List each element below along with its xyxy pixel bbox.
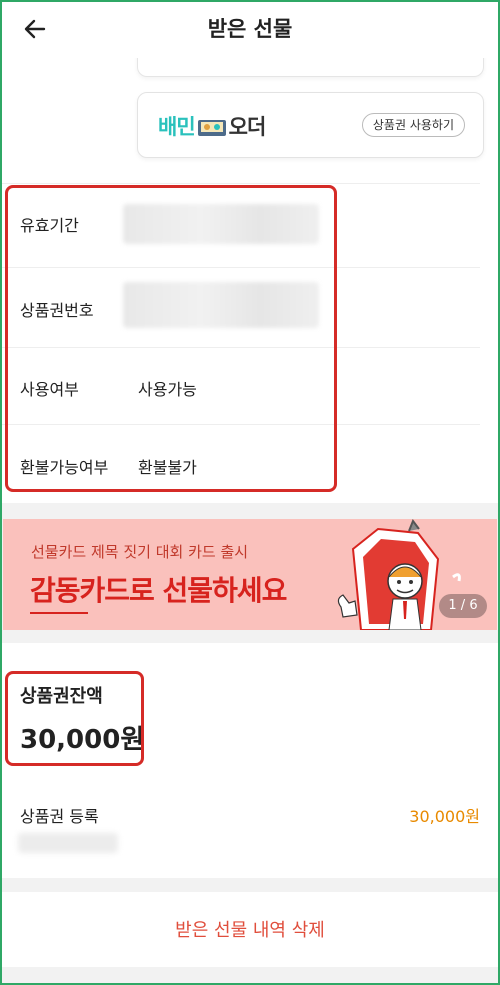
highlight-box-balance — [5, 671, 144, 766]
delivery-box-icon — [197, 117, 227, 137]
banner-title: 감동카드로 선물하세요 — [30, 574, 287, 607]
banner-underline — [30, 612, 88, 614]
registration-amount: 30,000원 — [409, 807, 480, 826]
top-bar: 받은 선물 — [0, 0, 500, 58]
divider — [0, 183, 480, 184]
highlight-box-info — [5, 185, 337, 492]
brand-card: 배민 오더 상품권 사용하기 — [137, 92, 484, 158]
banner-subtitle: 선물카드 제목 짓기 대회 카드 출시 — [31, 543, 249, 561]
use-gift-card-button[interactable]: 상품권 사용하기 — [361, 113, 465, 137]
delete-section: 받은 선물 내역 삭제 — [0, 892, 500, 967]
banner-pager: 1 / 6 — [439, 594, 487, 618]
page-title: 받은 선물 — [207, 17, 293, 41]
redacted-registration-date — [18, 833, 118, 853]
baemin-order-logo: 배민 오더 — [158, 115, 266, 139]
promo-banner[interactable]: 선물카드 제목 짓기 대회 카드 출시 감동카드로 선물하세요 1 / 6 — [3, 519, 497, 630]
registration-label: 상품권 등록 — [20, 807, 99, 826]
delete-gift-history-button[interactable]: 받은 선물 내역 삭제 — [0, 916, 500, 942]
